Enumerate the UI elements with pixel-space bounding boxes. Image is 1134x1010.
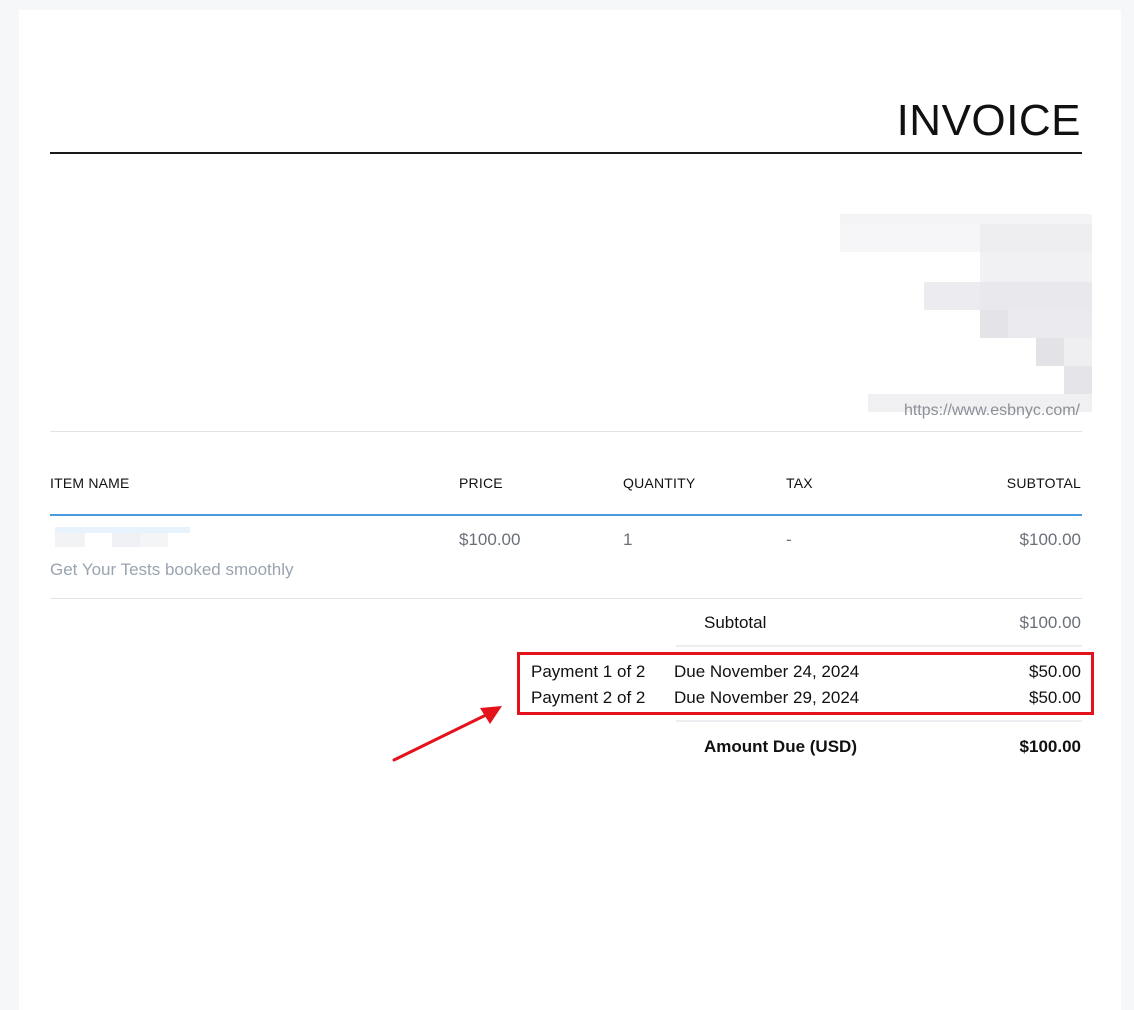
invoice-title: INVOICE <box>896 96 1081 145</box>
company-logo-redacted <box>840 214 1092 412</box>
payment-schedule-highlight-box <box>517 652 1094 715</box>
item-description: Get Your Tests booked smoothly <box>50 560 294 579</box>
col-header-subtotal: SUBTOTAL <box>1006 475 1081 491</box>
item-quantity: 1 <box>623 530 633 549</box>
item-price: $100.00 <box>459 530 521 549</box>
header-divider <box>50 431 1082 432</box>
table-header-underline <box>50 514 1082 516</box>
company-website: https://www.esbnyc.com/ <box>903 402 1080 419</box>
item-name-redacted-block <box>140 533 168 547</box>
amount-due-label: Amount Due (USD) <box>704 737 857 756</box>
subtotal-value: $100.00 <box>1019 613 1081 632</box>
payments-divider <box>676 720 1082 722</box>
title-divider <box>50 152 1082 154</box>
item-subtotal: $100.00 <box>1019 530 1081 549</box>
item-name-redacted-block <box>55 533 85 547</box>
item-tax: - <box>786 530 792 549</box>
invoice-sheet <box>19 10 1121 1010</box>
col-header-tax: TAX <box>786 475 813 491</box>
col-header-quantity: QUANTITY <box>623 475 696 491</box>
col-header-item-name: ITEM NAME <box>50 475 130 491</box>
subtotal-label: Subtotal <box>704 613 767 632</box>
annotation-arrow-icon <box>392 706 502 762</box>
subtotal-divider <box>676 645 1082 647</box>
amount-due-value: $100.00 <box>1019 737 1081 756</box>
item-name-redacted-block <box>112 533 140 547</box>
col-header-price: PRICE <box>459 475 503 491</box>
table-bottom-divider <box>50 598 1082 599</box>
